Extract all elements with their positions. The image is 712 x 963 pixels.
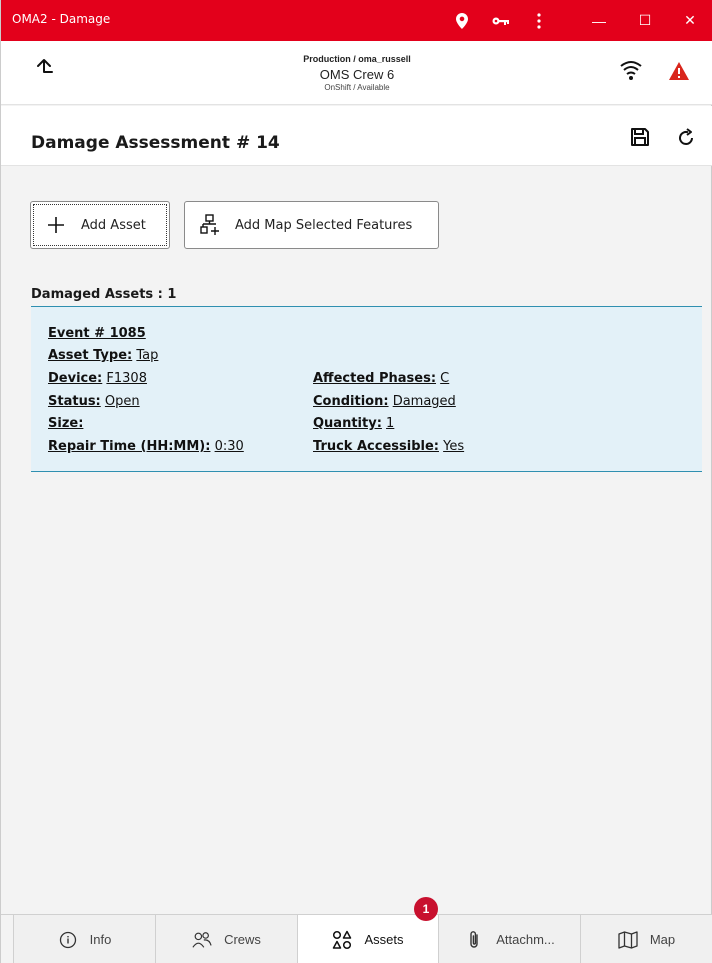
damaged-assets-title: Damaged Assets : 1 [31,287,177,302]
size-row: Size: [48,416,83,431]
tab-map[interactable]: Map [581,915,712,963]
page-title: Damage Assessment # 14 [31,133,280,153]
quantity-value[interactable]: 1 [386,416,394,431]
truck-accessible-value[interactable]: Yes [443,439,464,454]
affected-phases-row: Affected Phases: C [313,371,449,386]
window-title: OMA2 - Damage [12,12,111,26]
info-icon [58,930,78,950]
repair-time-label: Repair Time (HH:MM): [48,439,211,454]
add-asset-button[interactable]: Add Asset [30,201,170,249]
asset-type-value[interactable]: Tap [136,348,158,363]
event-number[interactable]: Event # 1085 [48,326,146,341]
truck-accessible-row: Truck Accessible: Yes [313,439,464,454]
bottom-tab-bar: Info Crews Assets Attachm... Map [1,914,712,963]
tab-assets-label: Assets [364,932,404,947]
app-header: Production / oma_russell OMS Crew 6 OnSh… [1,41,712,105]
affected-phases-value[interactable]: C [440,371,449,386]
shapes-icon [332,930,352,950]
tab-crews-label: Crews [224,932,261,947]
repair-time-value[interactable]: 0:30 [215,439,244,454]
warning-icon[interactable] [668,61,690,81]
status-label: Status: [48,394,101,409]
more-vertical-icon[interactable] [531,0,547,41]
page-header: Damage Assessment # 14 [1,106,712,166]
affected-phases-label: Affected Phases: [313,371,437,386]
add-asset-label: Add Asset [81,217,146,233]
tab-attachments-label: Attachm... [496,932,555,947]
crew-name: OMS Crew 6 [319,67,395,82]
asset-type-row: Asset Type: Tap [48,348,158,363]
minimize-button[interactable]: — [576,0,622,41]
tab-map-label: Map [649,932,676,947]
maximize-button[interactable]: ☐ [622,0,668,41]
close-button[interactable]: ✕ [667,0,712,41]
condition-row: Condition: Damaged [313,394,456,409]
assets-count-badge: 1 [414,897,438,921]
app-window: OMA2 - Damage — ☐ ✕ Production / oma_rus… [0,0,712,963]
network-add-icon [199,214,221,236]
device-row: Device: F1308 [48,371,147,386]
status-value[interactable]: Open [105,394,140,409]
size-label: Size: [48,416,84,431]
status-row: Status: Open [48,394,140,409]
asset-card[interactable]: Event # 1085 Asset Type: Tap Device: F13… [31,306,702,472]
repair-time-row: Repair Time (HH:MM): 0:30 [48,439,244,454]
device-label: Device: [48,371,103,386]
add-map-features-button[interactable]: Add Map Selected Features [184,201,439,249]
tab-info[interactable]: Info [13,915,156,963]
people-icon [192,930,212,950]
asset-type-label: Asset Type: [48,348,133,363]
tab-crews[interactable]: Crews [156,915,298,963]
quantity-row: Quantity: 1 [313,416,394,431]
device-value[interactable]: F1308 [106,371,147,386]
map-icon [618,930,638,950]
wifi-icon[interactable] [619,59,643,81]
tab-info-label: Info [89,932,112,947]
quantity-label: Quantity: [313,416,382,431]
crew-status: OnShift / Available [324,83,390,92]
condition-value[interactable]: Damaged [393,394,456,409]
paperclip-icon [464,930,484,950]
title-bar: OMA2 - Damage — ☐ ✕ [1,0,712,41]
key-icon[interactable] [490,0,512,41]
refresh-icon[interactable] [675,127,699,151]
environment-label: Production / oma_russell [303,54,411,64]
tab-assets[interactable]: Assets [298,915,439,963]
add-map-features-label: Add Map Selected Features [235,217,413,233]
truck-accessible-label: Truck Accessible: [313,439,439,454]
condition-label: Condition: [313,394,389,409]
save-icon[interactable] [629,126,653,150]
location-pin-icon[interactable] [452,0,472,41]
tab-attachments[interactable]: Attachm... [439,915,581,963]
plus-icon [45,214,67,236]
crew-info: Production / oma_russell OMS Crew 6 OnSh… [1,54,712,92]
